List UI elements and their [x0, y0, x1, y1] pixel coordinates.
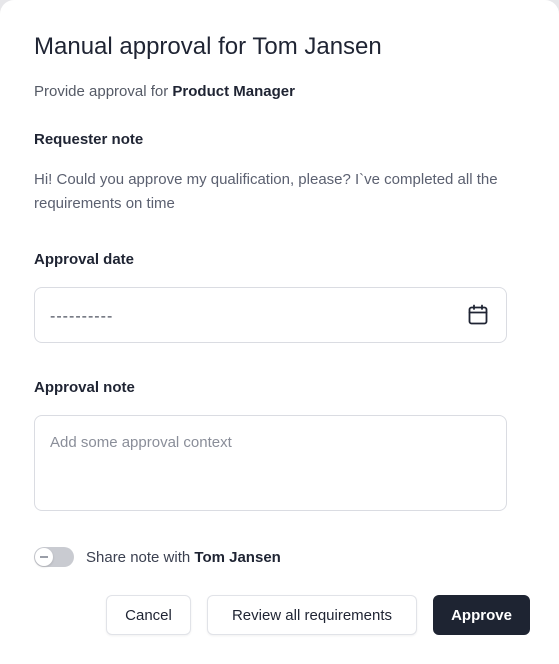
- approval-date-label: Approval date: [34, 251, 135, 268]
- requester-note-label: Requester note: [34, 131, 144, 148]
- share-note-label-prefix: Share note with: [86, 549, 191, 566]
- share-note-label-name: Tom Jansen: [194, 549, 281, 566]
- dialog-title: Manual approval for Tom Jansen: [34, 33, 382, 60]
- subtitle-role: Product Manager: [172, 83, 295, 100]
- approval-note-textarea[interactable]: [34, 415, 507, 511]
- review-all-requirements-button[interactable]: Review all requirements: [207, 595, 417, 635]
- dialog-subtitle: Provide approval for Product Manager: [34, 82, 295, 102]
- approval-date-value: --‐--‐----: [50, 308, 114, 325]
- share-note-label: Share note with Tom Jansen: [86, 548, 281, 568]
- calendar-icon[interactable]: [466, 303, 490, 327]
- toggle-off-icon: [35, 548, 53, 566]
- approve-button[interactable]: Approve: [433, 595, 530, 635]
- cancel-button[interactable]: Cancel: [106, 595, 191, 635]
- subtitle-prefix: Provide approval for: [34, 83, 169, 100]
- approval-date-field[interactable]: --‐--‐----: [34, 287, 507, 343]
- share-note-toggle[interactable]: [34, 547, 74, 567]
- manual-approval-dialog: Manual approval for Tom Jansen Provide a…: [0, 0, 559, 664]
- requester-note-text: Hi! Could you approve my qualification, …: [34, 171, 498, 212]
- approval-note-label: Approval note: [34, 379, 135, 396]
